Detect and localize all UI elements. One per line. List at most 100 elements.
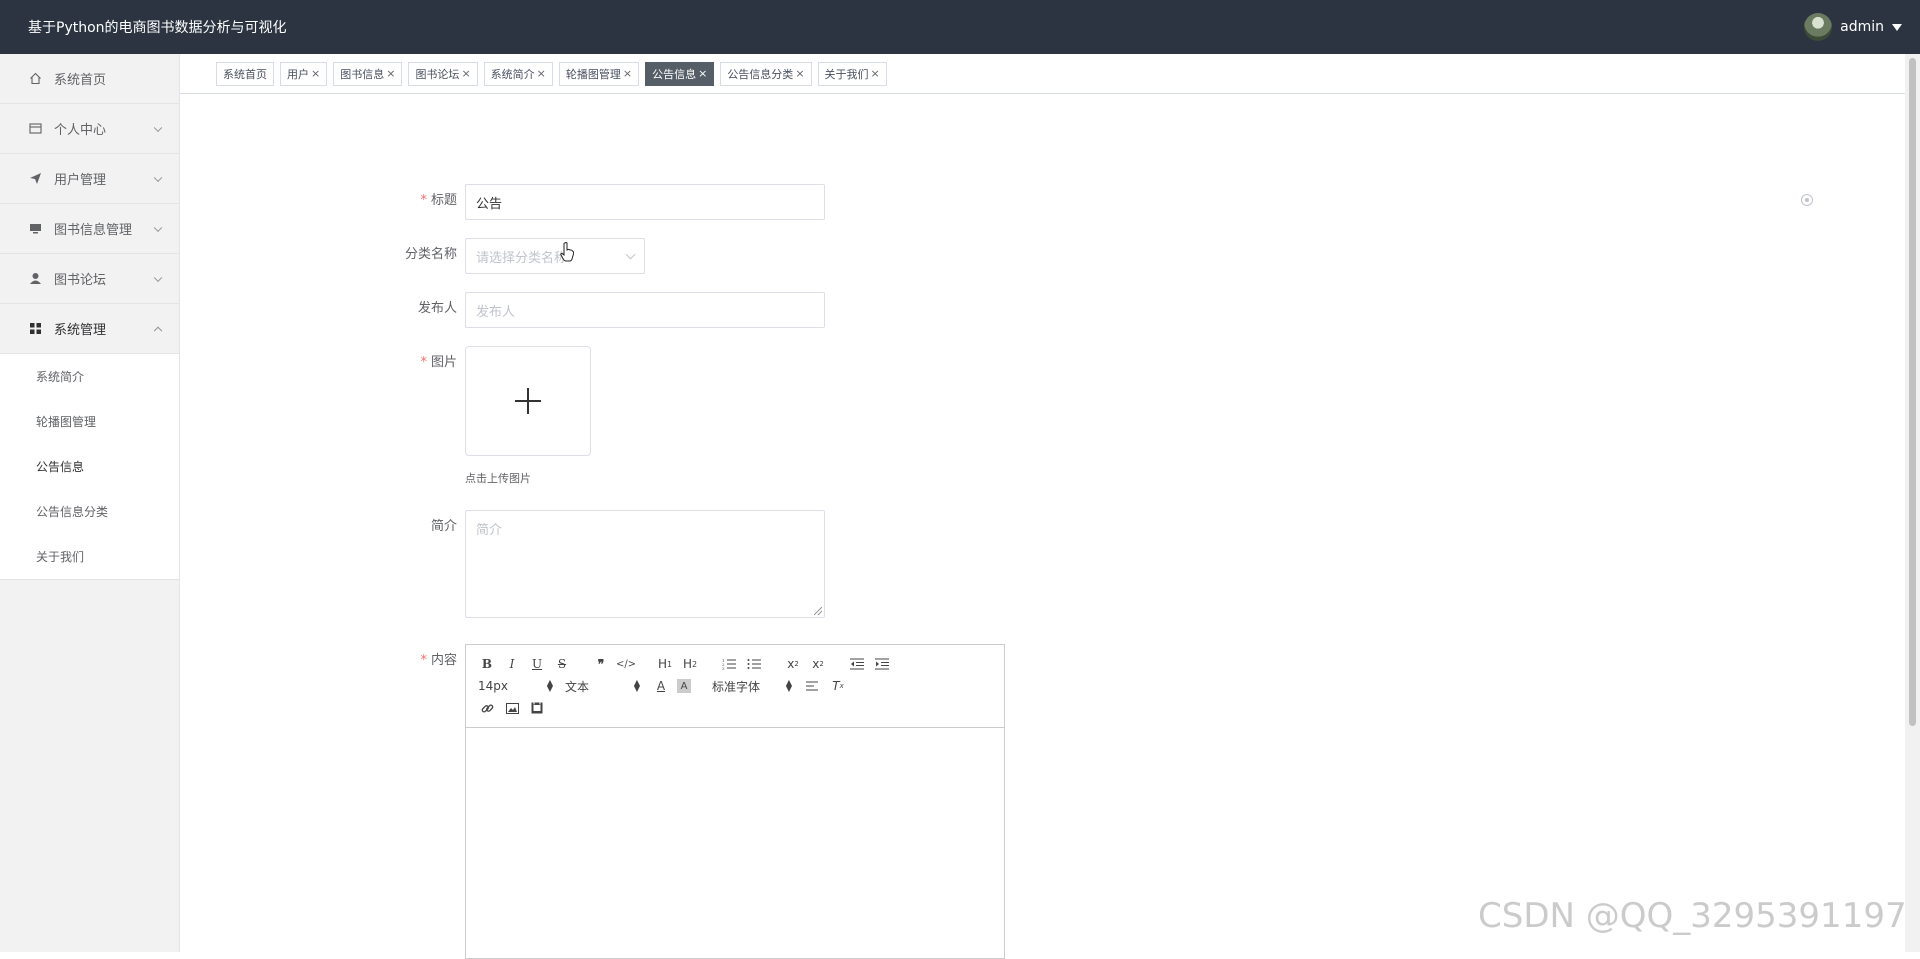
italic-icon[interactable]: I (503, 655, 521, 673)
submenu-item-notice[interactable]: 公告信息 (0, 444, 179, 489)
tag-users[interactable]: 用户 × (280, 61, 328, 86)
sidebar-item-label: 系统首页 (54, 73, 107, 88)
chevron-up-icon (153, 326, 163, 335)
sidebar-item-users[interactable]: 用户管理 (0, 154, 179, 204)
hand-cursor-icon (560, 242, 574, 262)
ordered-list-icon[interactable]: 123 (720, 655, 738, 673)
app-title: 基于Python的电商图书数据分析与可视化 (28, 20, 287, 36)
tag-label: 关于我们 (824, 67, 869, 81)
tag-notice[interactable]: 公告信息 × (645, 61, 715, 86)
background-color-icon[interactable]: A (677, 679, 691, 693)
form-row-image: * 图片 点击上传图片 (380, 346, 591, 486)
submenu-item-intro[interactable]: 系统简介 (0, 354, 179, 399)
tag-label: 系统简介 (490, 67, 535, 81)
form-row-title: * 标题 公告 (380, 184, 825, 220)
underline-icon[interactable]: U (528, 655, 546, 673)
editor-content-area[interactable] (466, 728, 1004, 958)
sidebar-item-personal[interactable]: 个人中心 (0, 104, 179, 154)
submenu-item-notice-category[interactable]: 公告信息分类 (0, 489, 179, 534)
username[interactable]: admin (1840, 19, 1884, 35)
font-color-icon[interactable]: A (652, 677, 670, 695)
bold-icon[interactable]: B (478, 655, 496, 673)
monitor-icon (28, 222, 42, 236)
upload-tip: 点击上传图片 (465, 472, 531, 485)
heading1-icon[interactable]: H1 (656, 655, 674, 673)
strikethrough-icon[interactable]: S (553, 655, 571, 673)
home-icon (28, 72, 42, 86)
tag-label: 图书论坛 (415, 67, 460, 81)
send-icon (28, 172, 42, 186)
form-row-publisher: 发布人 发布人 (380, 292, 825, 328)
close-icon[interactable]: × (311, 67, 320, 80)
close-icon[interactable]: × (461, 67, 470, 80)
close-icon[interactable]: × (386, 67, 395, 80)
subscript-icon[interactable]: x2 (784, 655, 802, 673)
scrollbar-thumb[interactable] (1909, 58, 1916, 726)
tag-books[interactable]: 图书信息 × (333, 61, 403, 86)
page-scrollbar[interactable] (1905, 54, 1920, 952)
text-style-select[interactable]: 文本 ▲ ▼ (565, 678, 640, 695)
tag-home[interactable]: 系统首页 (216, 61, 274, 86)
outdent-icon[interactable] (848, 655, 866, 673)
circle-close-icon[interactable] (1801, 194, 1813, 206)
tag-label: 用户 (287, 67, 309, 81)
code-block-icon[interactable]: </> (616, 655, 636, 673)
system-submenu: 系统简介 轮播图管理 公告信息 公告信息分类 关于我们 (0, 354, 179, 580)
resize-handle-icon[interactable] (814, 607, 822, 615)
close-icon[interactable]: × (795, 67, 804, 80)
font-size-value: 14px (478, 679, 508, 693)
grid-icon (28, 322, 42, 336)
top-header: 基于Python的电商图书数据分析与可视化 admin (0, 0, 1920, 54)
form-row-intro: 简介 简介 (380, 510, 825, 618)
tag-label: 系统首页 (223, 67, 267, 81)
close-icon[interactable]: × (698, 67, 707, 80)
font-size-select[interactable]: 14px ▲ ▼ (478, 678, 553, 694)
close-icon[interactable]: × (537, 67, 546, 80)
align-icon[interactable] (804, 677, 822, 695)
select-arrows-icon: ▲ ▼ (546, 678, 553, 693)
indent-icon[interactable] (873, 655, 891, 673)
submenu-item-about[interactable]: 关于我们 (0, 534, 179, 579)
tag-forum[interactable]: 图书论坛 × (408, 61, 478, 86)
sidebar-item-home[interactable]: 系统首页 (0, 54, 179, 104)
submenu-item-carousel[interactable]: 轮播图管理 (0, 399, 179, 444)
close-icon[interactable]: × (871, 67, 880, 80)
superscript-icon[interactable]: x2 (809, 655, 827, 673)
font-family-select[interactable]: 标准字体 ▲ ▼ (712, 678, 792, 695)
user-menu[interactable]: admin (1804, 13, 1902, 41)
heading2-icon[interactable]: H2 (681, 655, 699, 673)
link-icon[interactable] (478, 699, 496, 717)
sidebar-item-system[interactable]: 系统管理 (0, 304, 179, 354)
bullet-list-icon[interactable] (745, 655, 763, 673)
intro-placeholder: 简介 (476, 523, 503, 538)
video-icon[interactable] (528, 699, 546, 717)
category-select[interactable]: 请选择分类名称 (465, 238, 645, 274)
intro-textarea[interactable]: 简介 (465, 510, 825, 618)
sidebar-item-books[interactable]: 图书信息管理 (0, 204, 179, 254)
category-label: 分类名称 (404, 247, 457, 262)
form-row-category: 分类名称 请选择分类名称 (380, 238, 645, 274)
category-placeholder: 请选择分类名称 (476, 250, 568, 266)
publisher-label: 发布人 (417, 301, 457, 316)
image-icon[interactable] (503, 699, 521, 717)
caret-down-icon[interactable] (1892, 23, 1902, 31)
text-style-value: 文本 (565, 679, 590, 694)
blockquote-icon[interactable]: ❞ (592, 655, 610, 673)
tag-about[interactable]: 关于我们 × (817, 61, 887, 86)
user-icon (28, 272, 42, 286)
tag-label: 轮播图管理 (565, 67, 621, 81)
chevron-down-icon (153, 273, 163, 282)
watermark: CSDN @QQ_3295391197 (1478, 896, 1907, 936)
tag-carousel[interactable]: 轮播图管理 × (558, 61, 640, 86)
sidebar-item-forum[interactable]: 图书论坛 (0, 254, 179, 304)
image-upload[interactable] (465, 346, 591, 456)
clear-format-icon[interactable]: Tx (829, 677, 847, 695)
publisher-input[interactable]: 发布人 (465, 292, 825, 328)
tag-notice-category[interactable]: 公告信息分类 × (720, 61, 812, 86)
chevron-down-icon (153, 223, 163, 232)
title-input[interactable]: 公告 (465, 184, 825, 220)
tag-intro[interactable]: 系统简介 × (483, 61, 553, 86)
close-icon[interactable]: × (623, 67, 632, 80)
editor-toolbar: B I U S ❞ </> H1 H2 123 x 2 x 2 14px ▲ ▼… (466, 645, 1004, 728)
avatar[interactable] (1804, 13, 1833, 41)
